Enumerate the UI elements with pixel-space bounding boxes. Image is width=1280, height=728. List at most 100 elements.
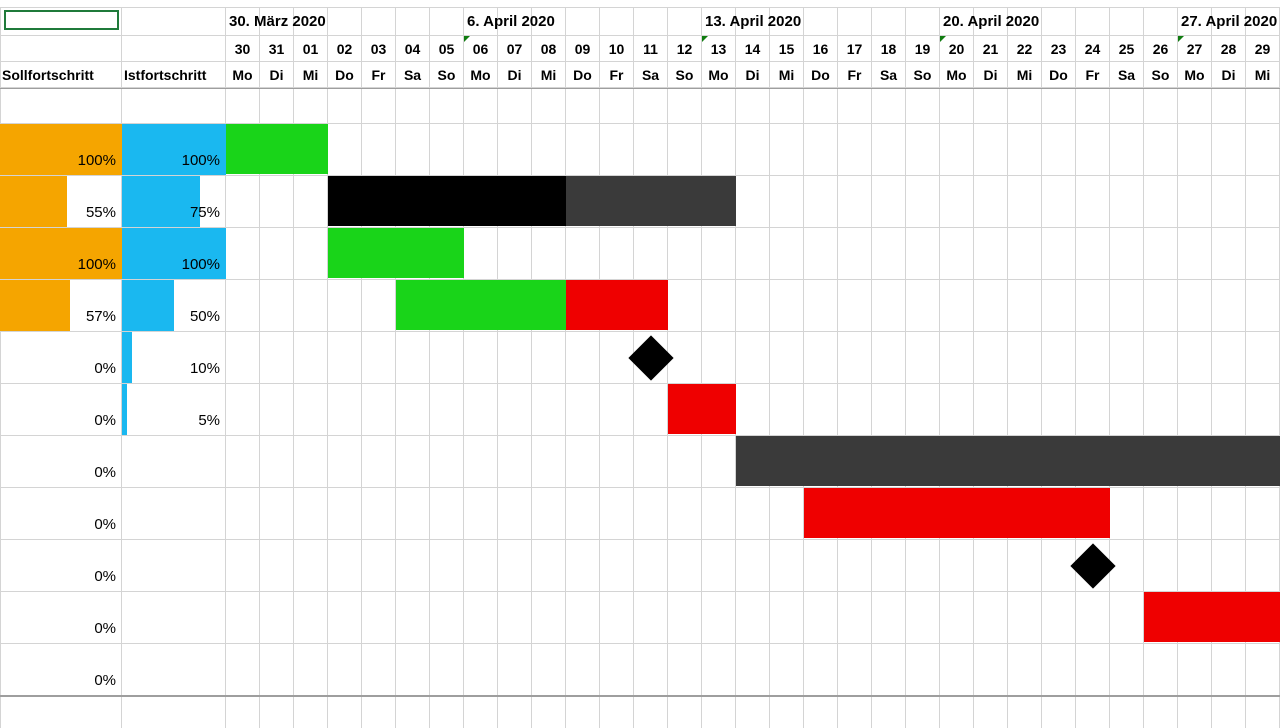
grid-cell[interactable]	[872, 644, 906, 696]
grid-cell[interactable]	[362, 124, 396, 176]
grid-cell[interactable]	[226, 228, 260, 280]
soll-pct[interactable]: 0%	[0, 436, 122, 487]
grid-cell[interactable]	[1144, 644, 1178, 696]
grid-cell[interactable]	[1212, 280, 1246, 332]
grid-cell[interactable]	[1212, 228, 1246, 280]
grid-cell[interactable]	[566, 332, 600, 384]
grid-cell[interactable]	[634, 228, 668, 280]
grid-cell[interactable]	[600, 488, 634, 540]
grid-cell[interactable]	[1008, 280, 1042, 332]
grid-cell[interactable]	[464, 436, 498, 488]
ist-pct[interactable]: 75%	[122, 176, 226, 227]
grid-cell[interactable]	[906, 280, 940, 332]
grid-cell[interactable]	[1144, 280, 1178, 332]
grid-cell[interactable]	[770, 88, 804, 124]
grid-cell[interactable]	[940, 176, 974, 228]
grid-cell[interactable]	[566, 592, 600, 644]
grid-cell[interactable]	[430, 384, 464, 436]
grid-cell[interactable]	[702, 124, 736, 176]
grid-cell[interactable]	[634, 488, 668, 540]
grid-cell[interactable]	[1076, 88, 1110, 124]
grid-cell[interactable]	[736, 280, 770, 332]
grid-cell[interactable]	[328, 436, 362, 488]
grid-cell[interactable]	[634, 644, 668, 696]
grid-cell[interactable]	[906, 592, 940, 644]
grid-cell[interactable]	[532, 228, 566, 280]
grid-cell[interactable]	[736, 228, 770, 280]
grid-cell[interactable]	[1076, 332, 1110, 384]
grid-cell[interactable]	[668, 280, 702, 332]
grid-cell[interactable]	[940, 228, 974, 280]
grid-cell[interactable]	[566, 88, 600, 124]
grid-cell[interactable]	[294, 332, 328, 384]
grid-cell[interactable]	[702, 644, 736, 696]
grid-cell[interactable]	[736, 488, 770, 540]
grid-cell[interactable]	[600, 88, 634, 124]
grid-cell[interactable]	[770, 592, 804, 644]
grid-cell[interactable]	[1008, 88, 1042, 124]
grid-cell[interactable]	[1212, 384, 1246, 436]
soll-pct[interactable]: 0%	[0, 540, 122, 591]
grid-cell[interactable]	[396, 332, 430, 384]
grid-cell[interactable]	[804, 228, 838, 280]
grid-cell[interactable]	[464, 384, 498, 436]
grid-cell[interactable]	[804, 88, 838, 124]
grid-cell[interactable]	[872, 228, 906, 280]
grid-cell[interactable]	[1178, 540, 1212, 592]
grid-cell[interactable]	[226, 644, 260, 696]
grid-cell[interactable]	[600, 228, 634, 280]
grid-cell[interactable]	[974, 384, 1008, 436]
grid-cell[interactable]	[1178, 124, 1212, 176]
grid-cell[interactable]	[1144, 176, 1178, 228]
grid-cell[interactable]	[1110, 124, 1144, 176]
grid-cell[interactable]	[396, 644, 430, 696]
grid-cell[interactable]	[1246, 280, 1280, 332]
grid-cell[interactable]	[1076, 280, 1110, 332]
ist-pct[interactable]: 5%	[122, 384, 226, 435]
grid-cell[interactable]	[328, 384, 362, 436]
grid-cell[interactable]	[600, 592, 634, 644]
grid-cell[interactable]	[872, 88, 906, 124]
grid-cell[interactable]	[736, 592, 770, 644]
gantt-bar[interactable]	[328, 228, 464, 278]
grid-cell[interactable]	[634, 384, 668, 436]
grid-cell[interactable]	[872, 540, 906, 592]
grid-cell[interactable]	[362, 332, 396, 384]
gantt-bar[interactable]	[668, 384, 736, 434]
grid-cell[interactable]	[940, 540, 974, 592]
grid-cell[interactable]	[668, 436, 702, 488]
soll-pct[interactable]: 0%	[0, 592, 122, 643]
grid-cell[interactable]	[804, 124, 838, 176]
grid-cell[interactable]	[226, 88, 260, 124]
grid-cell[interactable]	[362, 488, 396, 540]
grid-cell[interactable]	[464, 124, 498, 176]
grid-cell[interactable]	[498, 592, 532, 644]
soll-pct[interactable]: 0%	[0, 488, 122, 539]
grid-cell[interactable]	[226, 592, 260, 644]
grid-cell[interactable]	[804, 540, 838, 592]
grid-cell[interactable]	[974, 280, 1008, 332]
grid-cell[interactable]	[532, 488, 566, 540]
grid-cell[interactable]	[668, 124, 702, 176]
grid-cell[interactable]	[1178, 644, 1212, 696]
grid-cell[interactable]	[974, 332, 1008, 384]
gantt-bar[interactable]	[804, 488, 1110, 538]
grid-cell[interactable]	[430, 488, 464, 540]
grid-cell[interactable]	[1008, 592, 1042, 644]
grid-cell[interactable]	[940, 384, 974, 436]
grid-cell[interactable]	[736, 88, 770, 124]
grid-cell[interactable]	[294, 592, 328, 644]
grid-cell[interactable]	[804, 592, 838, 644]
grid-cell[interactable]	[974, 228, 1008, 280]
grid-cell[interactable]	[838, 88, 872, 124]
grid-cell[interactable]	[940, 592, 974, 644]
grid-cell[interactable]	[838, 228, 872, 280]
grid-cell[interactable]	[1110, 644, 1144, 696]
grid-cell[interactable]	[362, 540, 396, 592]
grid-cell[interactable]	[294, 384, 328, 436]
grid-cell[interactable]	[532, 644, 566, 696]
grid-cell[interactable]	[702, 436, 736, 488]
grid-cell[interactable]	[1076, 644, 1110, 696]
grid-cell[interactable]	[532, 124, 566, 176]
grid-cell[interactable]	[498, 436, 532, 488]
